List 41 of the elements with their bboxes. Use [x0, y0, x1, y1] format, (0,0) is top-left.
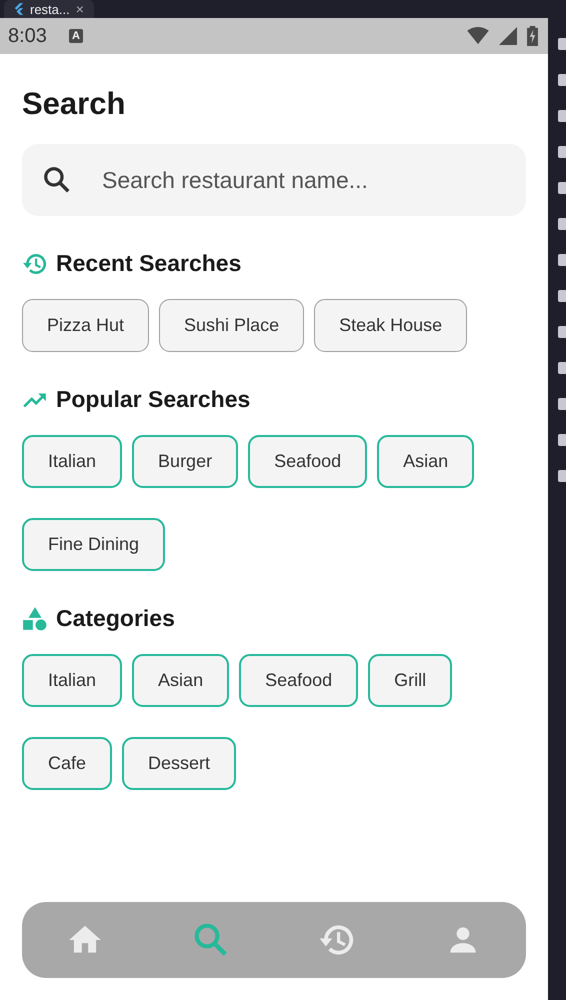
section-heading: Recent Searches	[56, 250, 242, 277]
shapes-icon	[22, 606, 48, 632]
category-chip[interactable]: Seafood	[239, 654, 358, 707]
wifi-icon	[467, 27, 489, 45]
toolbar-icon[interactable]	[558, 362, 566, 374]
section-heading: Categories	[56, 605, 175, 632]
popular-search-chip[interactable]: Asian	[377, 435, 474, 488]
category-chip[interactable]: Grill	[368, 654, 452, 707]
toolbar-icon[interactable]	[558, 398, 566, 410]
category-chip[interactable]: Cafe	[22, 737, 112, 790]
toolbar-icon[interactable]	[558, 218, 566, 230]
section-heading: Popular Searches	[56, 386, 250, 413]
browser-tab[interactable]: resta... ×	[4, 0, 94, 18]
category-chip[interactable]: Italian	[22, 654, 122, 707]
popular-search-chip[interactable]: Burger	[132, 435, 238, 488]
battery-icon	[527, 26, 538, 46]
toolbar-icon[interactable]	[558, 110, 566, 122]
toolbar-icon[interactable]	[558, 290, 566, 302]
app-logo-icon	[14, 3, 24, 15]
popular-search-chip[interactable]: Seafood	[248, 435, 368, 488]
toolbar-icon[interactable]	[558, 470, 566, 482]
toolbar-icon[interactable]	[558, 38, 566, 50]
popular-search-chip[interactable]: Italian	[22, 435, 122, 488]
page-title: Search	[22, 86, 126, 122]
close-tab-button[interactable]: ×	[76, 1, 84, 17]
clock: 8:03	[8, 24, 47, 48]
signal-icon	[497, 27, 519, 45]
recent-search-chip[interactable]: Steak House	[314, 299, 468, 352]
toolbar-icon[interactable]	[558, 182, 566, 194]
search-field[interactable]: Search restaurant name...	[22, 144, 526, 216]
toolbar-icon[interactable]	[558, 74, 566, 86]
notification-icon: A	[68, 29, 83, 43]
recent-search-chip[interactable]: Pizza Hut	[22, 299, 150, 352]
toolbar-icon[interactable]	[558, 326, 566, 338]
popular-search-chip[interactable]: Fine Dining	[22, 518, 166, 571]
toolbar-icon[interactable]	[558, 434, 566, 446]
recent-search-chip[interactable]: Sushi Place	[159, 299, 304, 352]
category-chip[interactable]: Dessert	[122, 737, 236, 790]
toolbar-icon[interactable]	[558, 146, 566, 158]
toolbar-icon[interactable]	[558, 254, 566, 266]
category-chip[interactable]: Asian	[132, 654, 230, 707]
